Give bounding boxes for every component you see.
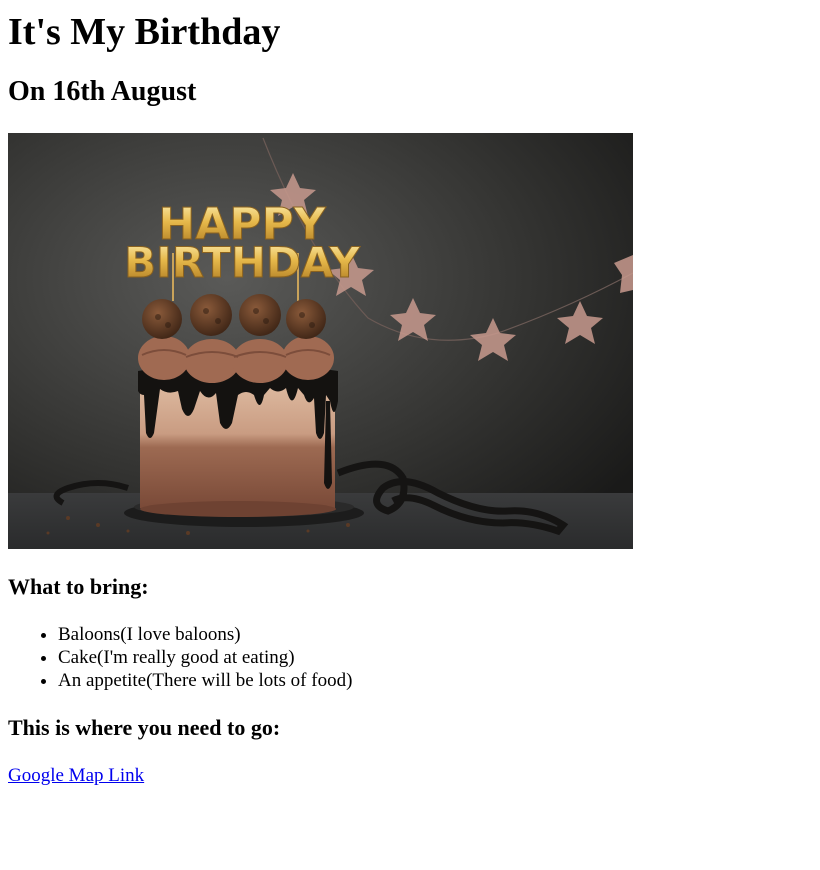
google-map-link[interactable]: Google Map Link — [8, 764, 144, 787]
birthday-cake-image: HAPPY BIRTHDAY — [8, 133, 633, 549]
list-item: An appetite(There will be lots of food) — [58, 669, 812, 692]
list-item: Baloons(I love baloons) — [58, 623, 812, 646]
topper-birthday-text: BIRTHDAY — [124, 238, 360, 287]
page-subtitle: On 16th August — [8, 76, 197, 107]
page: It's My Birthday On 16th August HAPPY BI… — [0, 10, 820, 787]
bring-heading: What to bring: — [8, 574, 149, 599]
bring-list: Baloons(I love baloons) Cake(I'm really … — [8, 623, 812, 692]
location-heading: This is where you need to go: — [8, 715, 281, 740]
page-title: It's My Birthday — [8, 11, 281, 53]
list-item: Cake(I'm really good at eating) — [58, 646, 812, 669]
